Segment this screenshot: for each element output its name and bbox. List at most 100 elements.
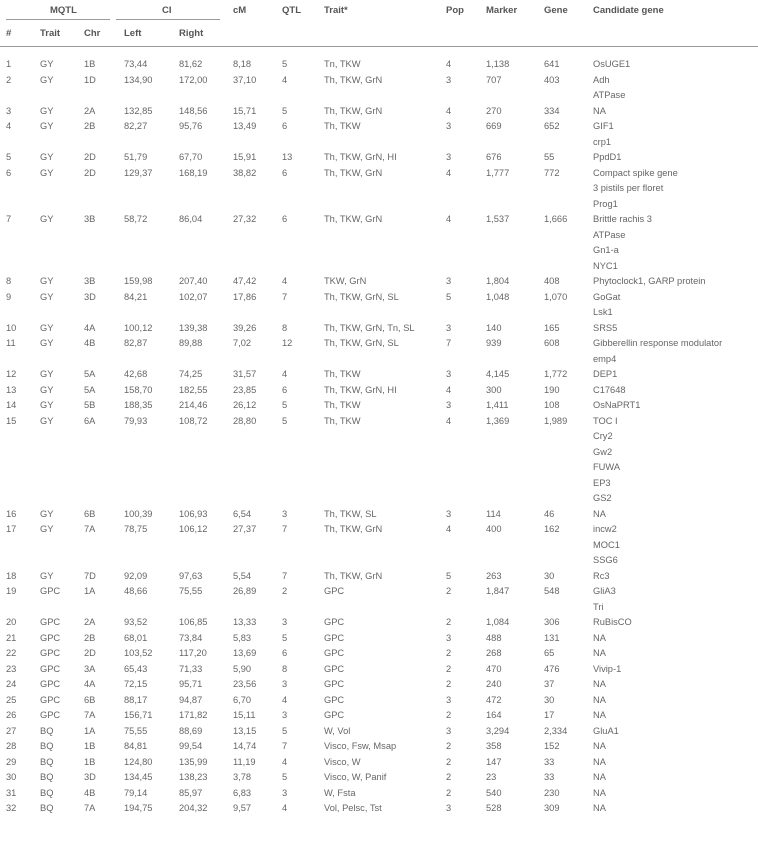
- population-count: 2: [446, 663, 452, 674]
- candidate-gene: 3 pistils per floret: [593, 183, 664, 193]
- row-number: 2: [6, 74, 12, 85]
- gene-count: 162: [544, 524, 560, 534]
- chromosome: 7A: [84, 524, 96, 534]
- candidate-gene: NA: [593, 632, 606, 643]
- qtl-count: 4: [282, 756, 288, 767]
- ci-left: 84,21: [124, 291, 148, 302]
- ci-right: 89,88: [179, 338, 203, 348]
- gene-count: 46: [544, 508, 555, 519]
- ci-left: 68,01: [124, 632, 148, 643]
- chromosome: 6B: [84, 694, 96, 705]
- gene-count: 476: [544, 663, 560, 674]
- ci-left: 79,93: [124, 415, 148, 426]
- gene-count: 65: [544, 648, 555, 658]
- population-count: 4: [446, 384, 452, 395]
- row-number: 19: [6, 586, 17, 596]
- population-count: 2: [446, 710, 452, 720]
- traits: Th, TKW, GrN, SL: [324, 338, 399, 348]
- candidate-genes: NA: [593, 786, 606, 802]
- cm-value: 23,85: [233, 384, 257, 395]
- candidate-genes: NA: [593, 770, 606, 786]
- qtl-count: 7: [282, 570, 288, 581]
- candidate-gene: ATPase: [593, 229, 626, 240]
- qtl-count: 5: [282, 415, 288, 426]
- qtl-count: 8: [282, 663, 288, 674]
- header-mqtl: MQTL: [50, 5, 77, 16]
- ci-left: 103,52: [124, 648, 153, 658]
- mqtl-trait: BQ: [40, 756, 54, 767]
- mqtl-trait: BQ: [40, 803, 54, 813]
- population-count: 3: [446, 121, 452, 131]
- row-number: 4: [6, 121, 12, 131]
- candidate-genes: GluA1: [593, 724, 619, 740]
- ci-right: 88,69: [179, 725, 203, 736]
- gene-count: 230: [544, 787, 560, 798]
- mqtl-trait: GPC: [40, 648, 61, 658]
- row-number: 28: [6, 741, 17, 751]
- cm-value: 39,26: [233, 322, 257, 333]
- gene-count: 165: [544, 322, 560, 333]
- cm-value: 14,74: [233, 741, 257, 751]
- candidate-gene: Adh: [593, 74, 610, 85]
- marker-count: 1,411: [486, 400, 509, 410]
- ci-right: 108,72: [179, 415, 208, 426]
- cm-value: 27,32: [233, 214, 257, 224]
- ci-right: 97,63: [179, 570, 203, 581]
- mqtl-trait: GY: [40, 121, 54, 131]
- candidate-gene: SSG6: [593, 555, 618, 565]
- ci-left: 58,72: [124, 214, 148, 224]
- candidate-genes: Vivip-1: [593, 662, 621, 678]
- ci-left: 92,09: [124, 570, 148, 581]
- ci-right: 81,62: [179, 59, 203, 69]
- marker-count: 1,369: [486, 415, 510, 426]
- candidate-genes: Gibberellin response modulator emp4: [593, 336, 722, 367]
- candidate-genes: GoGat Lsk1: [593, 290, 620, 321]
- marker-count: 4,145: [486, 369, 510, 379]
- traits: GPC: [324, 632, 345, 643]
- ci-right: 117,20: [179, 648, 207, 658]
- marker-count: 1,048: [486, 291, 510, 302]
- cm-value: 27,37: [233, 524, 257, 534]
- cm-value: 13,33: [233, 617, 257, 627]
- row-number: 17: [6, 524, 17, 534]
- qtl-count: 4: [282, 803, 288, 813]
- mqtl-trait: GY: [40, 152, 54, 162]
- gene-count: 17: [544, 710, 555, 720]
- ci-right: 106,12: [179, 524, 208, 534]
- qtl-count: 4: [282, 276, 288, 286]
- traits: Th, TKW: [324, 369, 361, 379]
- row-number: 15: [6, 415, 17, 426]
- candidate-genes: Phytoclock1, GARP protein: [593, 274, 705, 290]
- candidate-gene: Compact spike gene: [593, 167, 678, 178]
- chromosome: 1A: [84, 586, 96, 596]
- qtl-count: 8: [282, 322, 288, 333]
- cm-value: 6,54: [233, 508, 252, 519]
- chromosome: 5A: [84, 369, 96, 379]
- candidate-gene: crp1: [593, 136, 612, 147]
- traits: GPC: [324, 663, 345, 674]
- traits: Tn, TKW: [324, 59, 361, 69]
- ci-left: 100,12: [124, 322, 153, 333]
- row-number: 1: [6, 59, 12, 69]
- population-count: 7: [446, 338, 452, 348]
- candidate-genes: C17648: [593, 383, 626, 399]
- traits: Visco, W: [324, 756, 361, 767]
- ci-left: 51,79: [124, 152, 148, 162]
- chromosome: 3A: [84, 663, 96, 674]
- mqtl-trait: BQ: [40, 725, 54, 736]
- mqtl-trait: GY: [40, 524, 54, 534]
- traits: Th, TKW, GrN: [324, 570, 383, 581]
- subheader-chr: Chr: [84, 28, 101, 39]
- candidate-gene: NA: [593, 710, 606, 720]
- qtl-count: 7: [282, 741, 288, 751]
- ci-left: 129,37: [124, 167, 153, 178]
- candidate-gene: NA: [593, 508, 606, 519]
- population-count: 3: [446, 508, 452, 519]
- candidate-gene: DEP1: [593, 369, 618, 379]
- row-number: 3: [6, 105, 12, 116]
- qtl-count: 3: [282, 710, 288, 720]
- row-number: 9: [6, 291, 12, 302]
- candidate-gene: GIF1: [593, 121, 614, 131]
- ci-right: 71,33: [179, 663, 203, 674]
- chromosome: 4A: [84, 679, 96, 689]
